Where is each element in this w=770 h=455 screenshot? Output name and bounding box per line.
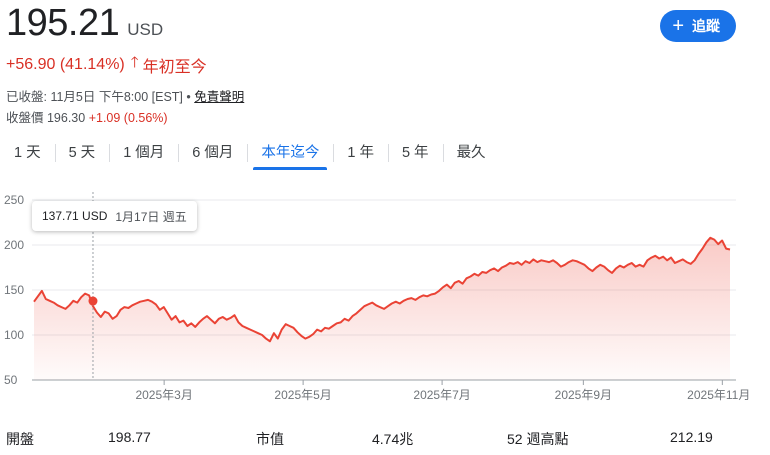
currency-label: USD — [127, 20, 164, 39]
x-tick-label: 2025年11月 — [687, 388, 750, 402]
price-change: +56.90 (41.14%) — [6, 55, 125, 73]
market-cap-label: 市值 — [256, 431, 284, 447]
y-tick-label: 100 — [4, 328, 24, 342]
after-hours-row: 收盤價 196.30 +1.09 (0.56%) — [6, 107, 168, 126]
high52-label: 52 週高點 — [507, 431, 569, 447]
x-tick-label: 2025年9月 — [555, 388, 612, 402]
tab-5d[interactable]: 5 天 — [54, 140, 110, 170]
hover-marker — [88, 296, 98, 306]
y-tick-label: 50 — [4, 373, 18, 387]
tab-max[interactable]: 最久 — [442, 140, 500, 170]
disclaimer-link[interactable]: 免責聲明 — [194, 90, 244, 104]
range-tabs: 1 天 5 天 1 個月 6 個月 本年迄今 1 年 5 年 最久 — [0, 140, 500, 170]
after-hours-change: +1.09 (0.56%) — [88, 111, 168, 125]
x-tick-label: 2025年3月 — [135, 388, 192, 402]
y-tick-label: 250 — [4, 193, 24, 207]
x-tick-label: 2025年5月 — [274, 388, 331, 402]
stats-row: 開盤 198.77 市值 4.74兆 52 週高點 212.19 — [0, 425, 770, 451]
price-change-row: +56.90 (41.14%) 🡑 年初至今 — [6, 52, 207, 77]
y-tick-label: 150 — [4, 283, 24, 297]
close-info-row: 已收盤: 11月5日 下午8:00 [EST] • 免責聲明 — [6, 86, 244, 105]
tab-6m[interactable]: 6 個月 — [178, 140, 247, 170]
after-hours-label: 收盤價 196.30 — [6, 111, 89, 125]
tooltip-date: 1月17日 週五 — [115, 209, 187, 224]
open-label: 開盤 — [6, 431, 34, 447]
chart-tooltip: 137.71 USD 1月17日 週五 — [32, 201, 197, 231]
change-period: 年初至今 — [142, 58, 207, 76]
plus-icon: + — [672, 15, 684, 37]
y-tick-label: 200 — [4, 238, 24, 252]
market-cap-value: 4.74兆 — [372, 431, 414, 447]
current-price: 195.21 — [6, 2, 120, 44]
price-row: 195.21 USD — [6, 2, 163, 45]
x-tick-label: 2025年7月 — [413, 388, 470, 402]
arrow-up-icon: 🡑 — [130, 54, 139, 71]
high52-value: 212.19 — [670, 429, 713, 445]
tab-1y[interactable]: 1 年 — [333, 140, 388, 170]
tab-5y[interactable]: 5 年 — [387, 140, 443, 170]
close-info: 已收盤: 11月5日 下午8:00 [EST] • — [6, 90, 195, 104]
follow-button-label: 追蹤 — [692, 18, 720, 34]
follow-button[interactable]: + 追蹤 — [660, 10, 736, 42]
open-value: 198.77 — [108, 429, 151, 445]
tooltip-price: 137.71 USD — [42, 209, 108, 223]
tab-1d[interactable]: 1 天 — [0, 140, 55, 170]
tab-1m[interactable]: 1 個月 — [109, 140, 178, 170]
tab-ytd[interactable]: 本年迄今 — [247, 140, 333, 170]
